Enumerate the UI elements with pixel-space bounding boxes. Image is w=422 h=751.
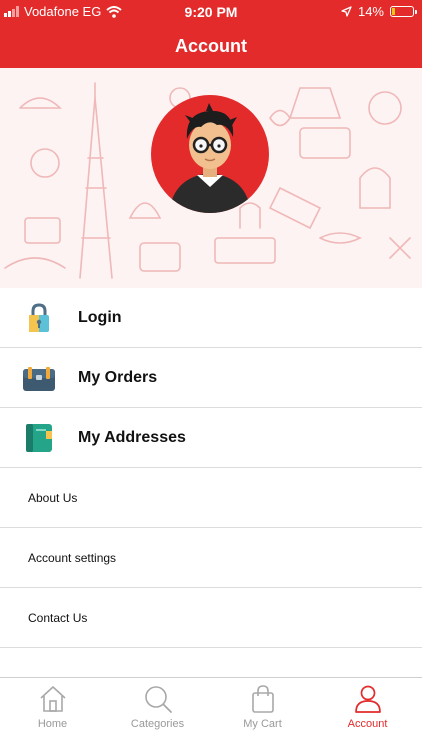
menu-item-my-addresses[interactable]: My Addresses bbox=[0, 408, 422, 468]
tab-label-categories: Categories bbox=[130, 718, 185, 730]
briefcase-icon bbox=[23, 367, 55, 391]
menu-item-contact-us[interactable]: Contact Us bbox=[0, 588, 422, 648]
location-arrow-icon bbox=[341, 6, 352, 17]
menu-item-about-us[interactable]: About Us bbox=[0, 468, 422, 528]
status-bar: Vodafone EG 9:20 PM 14% bbox=[0, 0, 422, 24]
menu-label-my-orders: My Orders bbox=[78, 368, 158, 386]
tab-label-my-cart: My Cart bbox=[243, 718, 282, 730]
home-icon bbox=[40, 686, 66, 712]
tab-categories[interactable]: Categories bbox=[105, 678, 210, 751]
menu-label-contact-us: Contact Us bbox=[28, 610, 88, 625]
menu-label-account-settings: Account settings bbox=[28, 550, 117, 565]
page-title: Account bbox=[175, 36, 247, 56]
battery-percent: 14% bbox=[357, 4, 384, 19]
menu-label-login: Login bbox=[78, 308, 122, 326]
avatar-illustration bbox=[169, 103, 251, 213]
bottom-tab-bar: Home Categories My Cart Account bbox=[0, 677, 422, 751]
avatar bbox=[151, 95, 269, 213]
app-header: Account bbox=[0, 24, 422, 68]
account-menu: Login My Orders My Addresses About Us Ac… bbox=[0, 288, 422, 648]
menu-item-account-settings[interactable]: Account settings bbox=[0, 528, 422, 588]
notebook-icon bbox=[26, 424, 52, 452]
lock-icon bbox=[29, 303, 49, 332]
status-right: 14% bbox=[341, 4, 417, 19]
user-icon bbox=[355, 685, 381, 713]
search-icon bbox=[145, 686, 172, 713]
menu-label-my-addresses: My Addresses bbox=[78, 428, 186, 446]
menu-item-login[interactable]: Login bbox=[0, 288, 422, 348]
battery-icon bbox=[390, 6, 417, 17]
tab-home[interactable]: Home bbox=[0, 678, 105, 751]
tab-label-account: Account bbox=[347, 718, 388, 730]
tab-account[interactable]: Account bbox=[315, 678, 420, 751]
tab-label-home: Home bbox=[37, 718, 68, 730]
tab-my-cart[interactable]: My Cart bbox=[210, 678, 315, 751]
shopping-bag-icon bbox=[252, 685, 274, 713]
menu-label-about-us: About Us bbox=[28, 490, 78, 505]
profile-banner bbox=[0, 68, 422, 288]
menu-item-my-orders[interactable]: My Orders bbox=[0, 348, 422, 408]
